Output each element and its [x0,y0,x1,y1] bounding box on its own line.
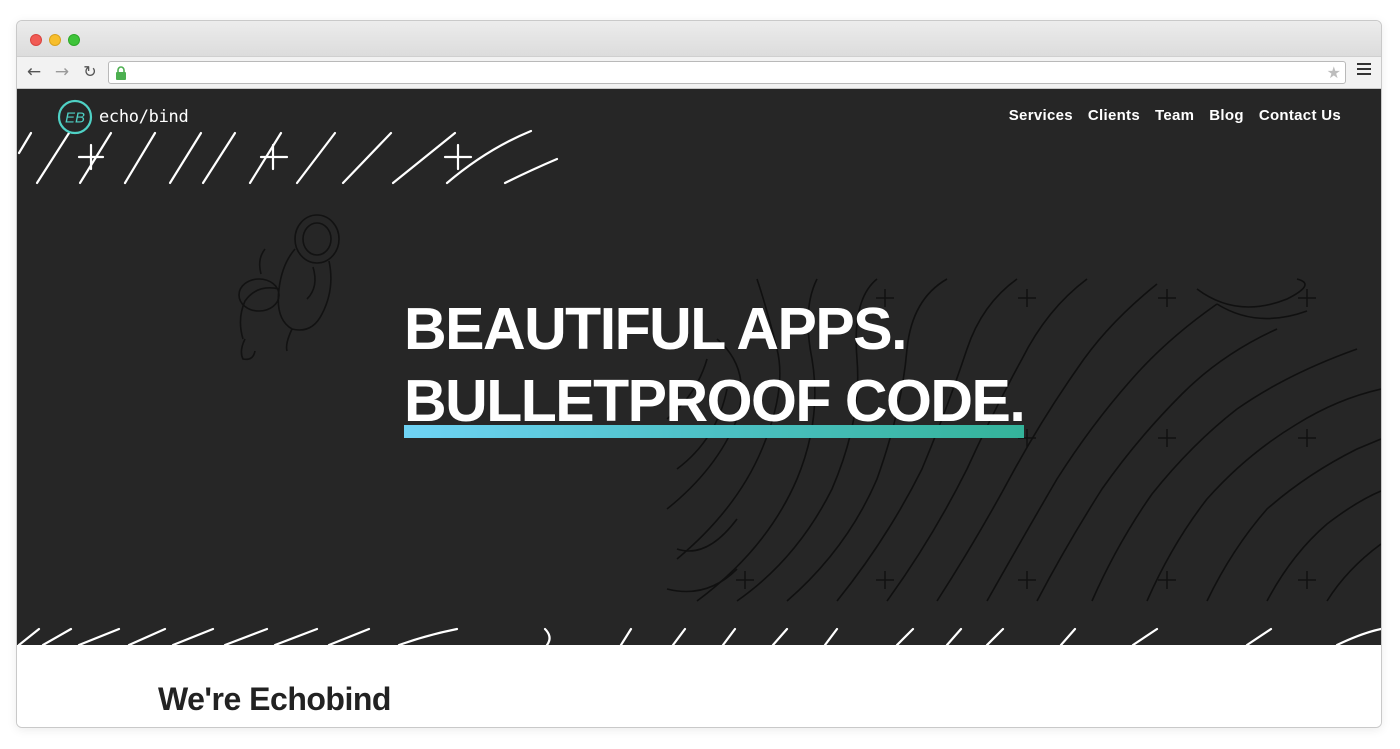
hero-line-2: BULLETPROOF CODE. [404,365,1026,438]
hero-headline: BEAUTIFUL APPS. BULLETPROOF CODE. [404,293,1026,438]
page-viewport: EB echo/bind Services Clients Team Blog … [17,89,1381,727]
title-bar [17,21,1381,57]
intro-section: We're Echobind [17,645,1381,727]
lock-icon [116,66,126,80]
menu-icon[interactable] [1357,63,1371,79]
nav-link-blog[interactable]: Blog [1209,107,1244,124]
reload-icon[interactable]: ↻ [80,62,100,82]
astronaut-illustration [238,214,340,361]
nav-link-contact-us[interactable]: Contact Us [1259,107,1341,124]
nav-link-services[interactable]: Services [1009,107,1073,124]
logo-wordmark: echo/bind [99,107,189,127]
browser-toolbar: ← → ↻ ★ [17,57,1381,89]
minimize-window-button[interactable] [49,34,61,46]
bottom-slash-pattern [17,627,1381,645]
nav-link-clients[interactable]: Clients [1088,107,1140,124]
back-arrow-icon[interactable]: ← [24,62,44,82]
bookmark-star-icon[interactable]: ★ [1327,62,1341,83]
echobind-logo-icon: EB [57,99,93,135]
hero-line-1: BEAUTIFUL APPS. [404,296,908,362]
browser-window: ← → ↻ ★ EB echo/bind Services Clients Te… [16,20,1382,728]
maximize-window-button[interactable] [68,34,80,46]
svg-text:EB: EB [65,110,85,127]
intro-heading: We're Echobind [158,681,391,717]
forward-arrow-icon[interactable]: → [52,62,72,82]
hero-line-2-text: BULLETPROOF CODE. [404,368,1026,434]
site-logo[interactable]: EB echo/bind [57,99,189,135]
nav-link-team[interactable]: Team [1155,107,1194,124]
close-window-button[interactable] [30,34,42,46]
address-bar[interactable]: ★ [108,61,1346,84]
main-navigation: Services Clients Team Blog Contact Us [1009,107,1341,124]
hero-section: EB echo/bind Services Clients Team Blog … [17,89,1381,645]
